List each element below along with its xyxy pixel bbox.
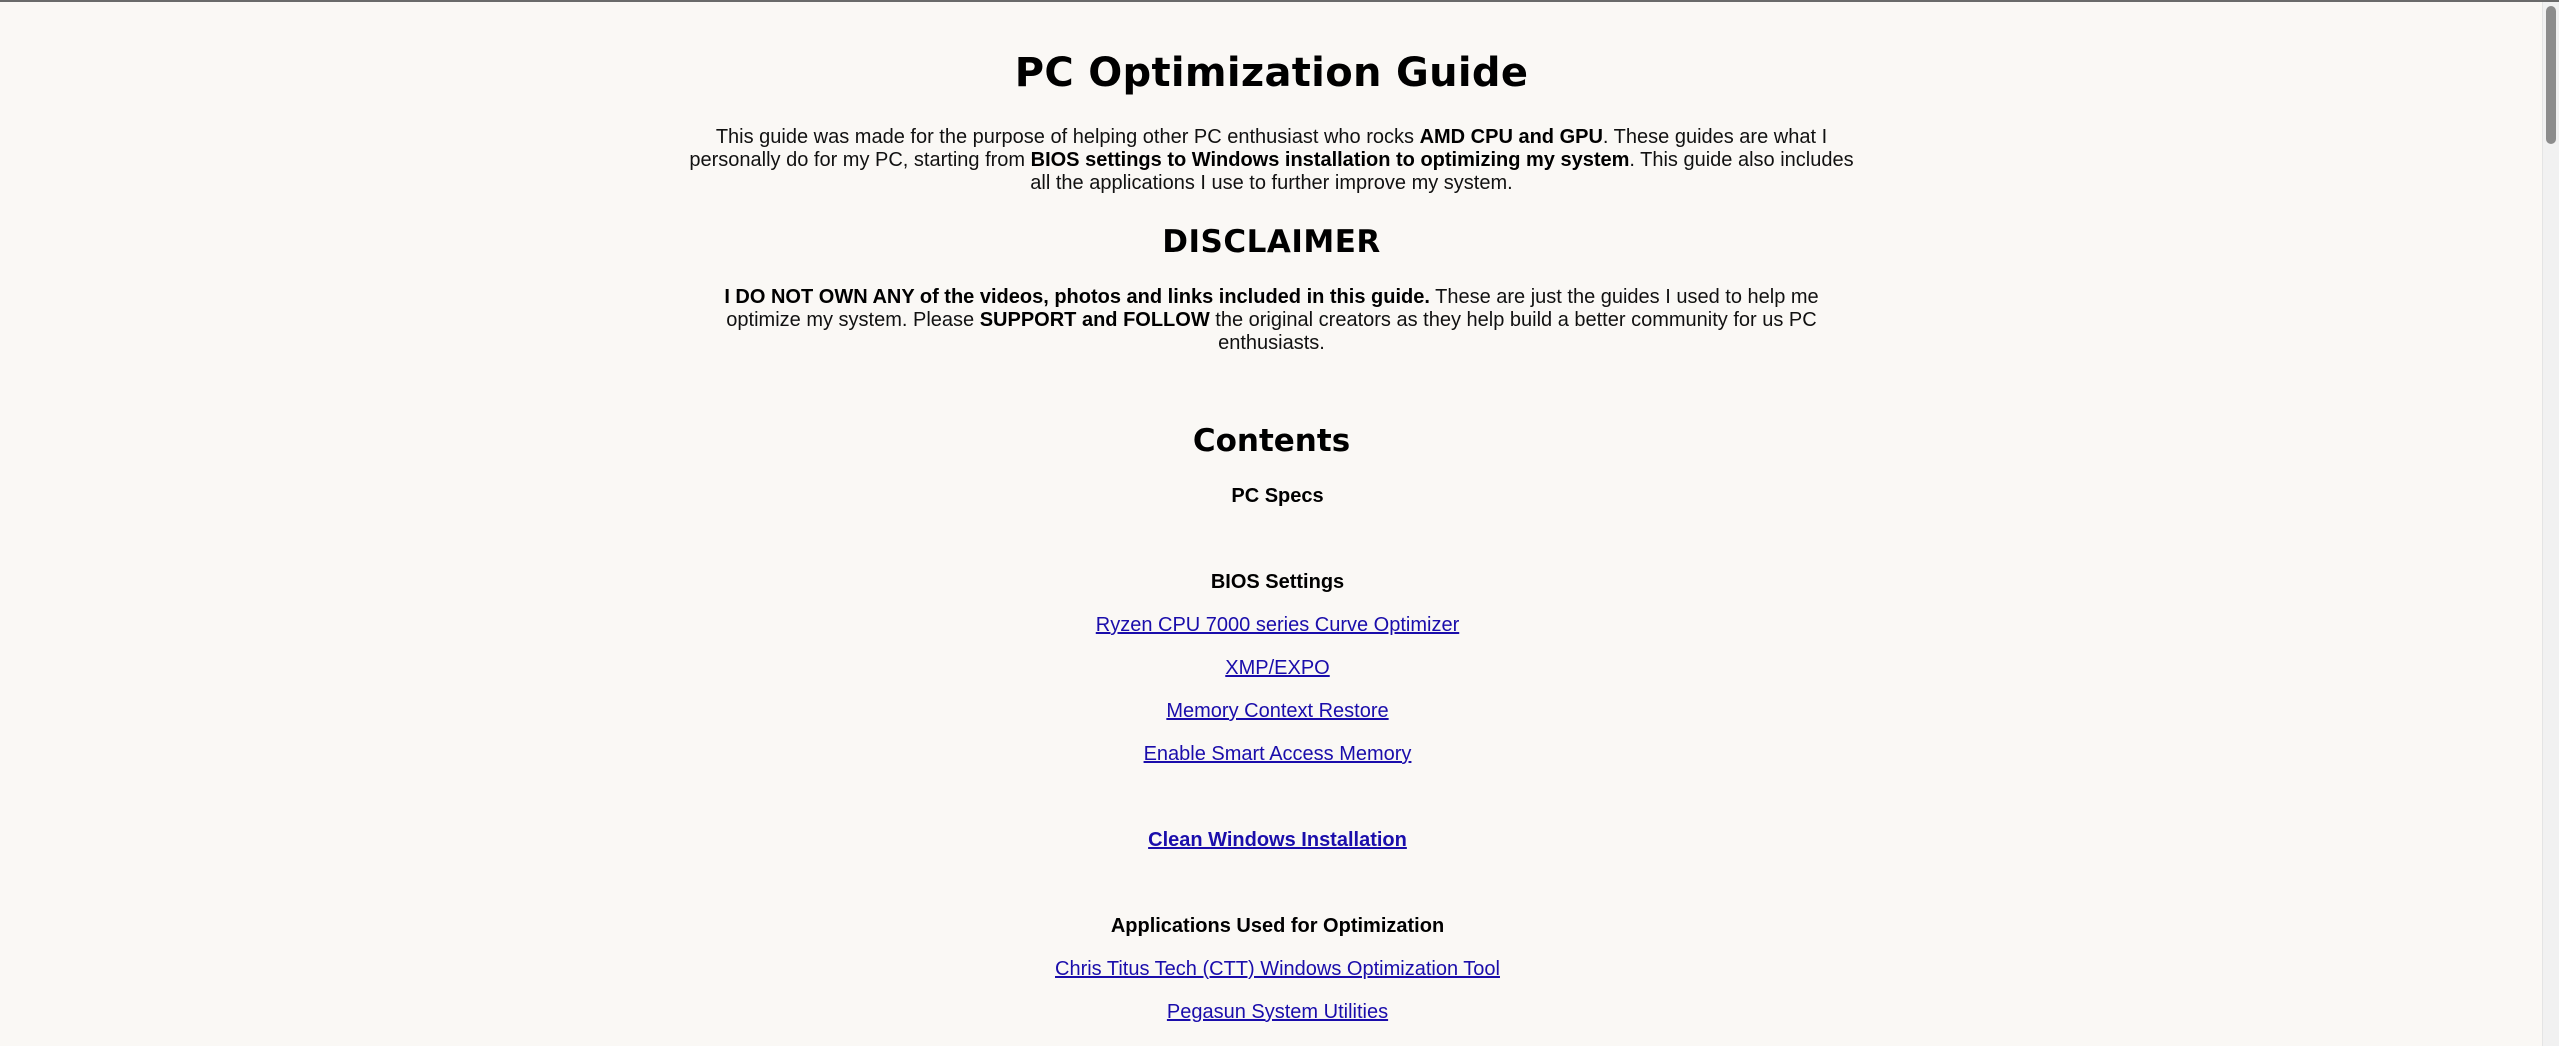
toc-link-xmp-expo[interactable]: XMP/EXPO: [1225, 657, 1329, 679]
toc-link-smart-access-memory[interactable]: Enable Smart Access Memory: [1144, 743, 1412, 765]
toc-link-curve-optimizer[interactable]: Ryzen CPU 7000 series Curve Optimizer: [1096, 614, 1459, 636]
toc-bios-heading: BIOS Settings: [1210, 571, 1345, 593]
contents-heading: Contents: [1192, 423, 1351, 459]
toc-apps-heading: Applications Used for Optimization: [1110, 915, 1445, 937]
page-title: PC Optimization Guide: [1014, 50, 1529, 96]
vertical-scrollbar[interactable]: [2542, 2, 2559, 1046]
intro-text-1: This guide was made for the purpose of h…: [715, 126, 1420, 148]
disclaimer-bold-1: I DO NOT OWN ANY of the videos, photos a…: [724, 286, 1430, 308]
page: PC Optimization Guide This guide was mad…: [0, 2, 2543, 1046]
toc-link-memory-context-restore[interactable]: Memory Context Restore: [1166, 700, 1388, 722]
toc-link-pegasun[interactable]: Pegasun System Utilities: [1167, 1001, 1388, 1023]
toc-link-clean-windows[interactable]: Clean Windows Installation: [1148, 829, 1407, 851]
disclaimer-text-2: the original creators as they help build…: [1209, 309, 1817, 354]
disclaimer-heading: DISCLAIMER: [1162, 224, 1381, 260]
intro-bold-1: AMD CPU and GPU: [1419, 126, 1603, 148]
disclaimer-paragraph: I DO NOT OWN ANY of the videos, photos a…: [714, 286, 1829, 355]
toc-pc-specs: PC Specs: [1231, 485, 1324, 507]
disclaimer-bold-2: SUPPORT and FOLLOW: [979, 309, 1210, 331]
intro-paragraph: This guide was made for the purpose of h…: [680, 126, 1863, 195]
intro-bold-2: BIOS settings to Windows installation to…: [1030, 149, 1630, 171]
scrollbar-thumb[interactable]: [2546, 6, 2556, 144]
toc-link-ctt-tool[interactable]: Chris Titus Tech (CTT) Windows Optimizat…: [1055, 958, 1500, 980]
